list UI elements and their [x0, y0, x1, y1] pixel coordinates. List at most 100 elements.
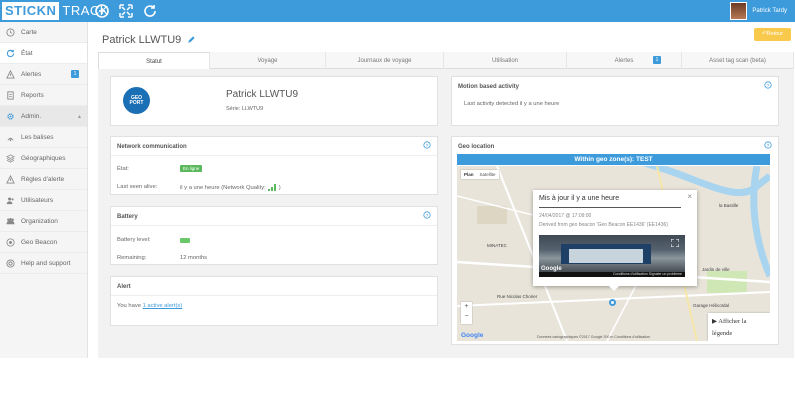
divider [111, 155, 437, 156]
add-circle-icon[interactable] [94, 3, 110, 19]
show-legend-button[interactable]: ▶ Afficher la légende [708, 313, 770, 341]
sidebar-item-admin[interactable]: Admin. ▴ [0, 106, 87, 127]
sidebar-item-label: Les balises [21, 133, 54, 141]
device-name: Patrick LLWTU9 [226, 89, 299, 100]
street-view-photo[interactable]: Google Conditions d'utilisation Signaler… [539, 235, 685, 277]
tab-asset-tag-scan[interactable]: Asset tag scan (beta) [682, 52, 794, 69]
divider [111, 295, 437, 296]
network-panel: Network communication ? État: En ligne L… [110, 136, 438, 195]
geo-location-panel: Geo location ? Within geo zone(s): TEST … [451, 136, 779, 345]
return-button[interactable]: ↶Retour [754, 28, 791, 41]
divider [539, 207, 681, 208]
remaining-label: Remaining: [117, 255, 147, 261]
chevron-up-icon: ▴ [77, 114, 81, 120]
map-attribution: Données cartographiques ©2017 Google 200… [537, 335, 651, 339]
refresh-icon[interactable] [142, 3, 158, 19]
logo-left-text: STICKN [2, 2, 60, 20]
sidebar-item-balises[interactable]: Les balises [0, 127, 87, 148]
map-type-toggle: Plan Satellite [461, 170, 499, 179]
sidebar-item-reports[interactable]: Reports [0, 85, 87, 106]
alert-count-badge: 1 [71, 70, 79, 78]
user-name: Patrick Tardy [752, 8, 787, 14]
last-seen-text: il y a une heure (Network Quality: [180, 185, 266, 191]
help-icon[interactable]: ? [764, 141, 772, 149]
photo-window [569, 249, 643, 263]
sidebar-item-help[interactable]: Help and support [0, 253, 87, 274]
map-label-jardin: Jardin de ville [702, 267, 730, 272]
tab-voyage[interactable]: Voyage [210, 52, 326, 69]
sidebar-item-utilisateurs[interactable]: Utilisateurs [0, 190, 87, 211]
legend-line1: ▶ Afficher la [712, 316, 766, 328]
photo-footer: Conditions d'utilisation Signaler un pro… [539, 272, 685, 277]
info-window-tail [609, 286, 619, 291]
sidebar-item-regles[interactable]: Règles d'alerte [0, 169, 87, 190]
warning-icon [6, 69, 15, 79]
panel-title: Alert [117, 284, 131, 290]
pencil-icon[interactable] [187, 36, 195, 44]
tab-bar: Statut Voyage Journaux de voyage Utilisa… [98, 52, 794, 70]
map-plan-button[interactable]: Plan [461, 170, 477, 179]
map-info-window: Mis à jour il y a une heure × 24/04/2017… [533, 190, 697, 291]
sidebar-item-label: Help and support [21, 259, 71, 267]
map[interactable]: Plan Satellite la Bastille MINATEC Gare … [457, 166, 770, 341]
help-icon[interactable]: ? [423, 141, 431, 149]
warning-icon [6, 174, 15, 184]
avatar [730, 2, 748, 20]
tab-label: Asset tag scan (beta) [709, 57, 766, 64]
tab-label: Utilisation [491, 57, 518, 64]
group-icon [6, 217, 15, 224]
map-label-rue: Rue Nicolas Chorier [497, 294, 538, 299]
sidebar-item-label: Géographiques [21, 154, 66, 162]
panel-title: Network communication [117, 144, 187, 150]
network-quality-icon [267, 184, 276, 191]
zoom-in-button[interactable]: + [461, 302, 472, 312]
last-seen-value: il y a une heure (Network Quality: ) [180, 184, 281, 191]
help-icon[interactable]: ? [423, 211, 431, 219]
sidebar-item-label: Règles d'alerte [21, 175, 65, 183]
tab-label: Alertes [614, 57, 634, 64]
alert-count-badge: 1 [653, 56, 661, 64]
device-serial: Série: LLWTU9 [226, 106, 264, 112]
layers-icon [6, 153, 15, 163]
svg-text:?: ? [426, 143, 429, 149]
sidebar-item-organization[interactable]: Organization [0, 211, 87, 232]
sidebar-item-label: Reports [21, 91, 44, 99]
sidebar-item-label: Utilisateurs [21, 196, 54, 204]
tab-statut[interactable]: Statut [98, 52, 210, 70]
expand-icon[interactable] [671, 239, 679, 247]
map-satellite-button[interactable]: Satellite [477, 170, 499, 179]
location-pin-icon[interactable] [609, 299, 616, 306]
svg-text:?: ? [426, 213, 429, 219]
refresh-icon [6, 49, 15, 57]
sidebar-item-alertes[interactable]: Alertes 1 [0, 64, 87, 85]
active-alerts-link[interactable]: 1 active alert(s) [143, 303, 183, 309]
sidebar-item-geo-beacon[interactable]: Geo Beacon [0, 232, 87, 253]
device-logo-line2: PORT [129, 99, 144, 106]
sidebar-item-etat[interactable]: État [0, 43, 87, 64]
sidebar-item-label: Admin. [21, 112, 42, 120]
gear-icon [7, 112, 14, 120]
sidebar-item-geographiques[interactable]: Géographiques [0, 148, 87, 169]
content-area: GEO PORT Patrick LLWTU9 Série: LLWTU9 Mo… [98, 69, 794, 358]
map-zoom-control: + − [461, 302, 472, 324]
tab-label: Voyage [257, 57, 278, 64]
user-menu[interactable]: Patrick Tardy [730, 2, 787, 20]
beacon-icon [6, 237, 15, 247]
divider [111, 225, 437, 226]
close-icon[interactable]: × [687, 192, 692, 201]
help-icon[interactable]: ? [764, 81, 772, 89]
motion-panel: Motion based activity ? Last activity de… [451, 76, 779, 126]
users-icon [6, 196, 14, 204]
page-title: Patrick LLWTU9 [102, 34, 195, 46]
remaining-value: 12 months [180, 255, 208, 261]
tab-alertes[interactable]: Alertes 1 [567, 52, 682, 69]
tab-utilisation[interactable]: Utilisation [444, 52, 567, 69]
zoom-out-button[interactable]: − [461, 312, 472, 322]
svg-text:?: ? [767, 143, 770, 149]
fullscreen-icon[interactable] [118, 3, 134, 19]
tab-journaux[interactable]: Journaux de voyage [326, 52, 444, 69]
sidebar-item-carte[interactable]: Carte [0, 22, 87, 43]
status-badge: En ligne [180, 165, 203, 172]
tab-label: Statut [146, 58, 162, 65]
return-button-label: Retour [766, 31, 784, 37]
